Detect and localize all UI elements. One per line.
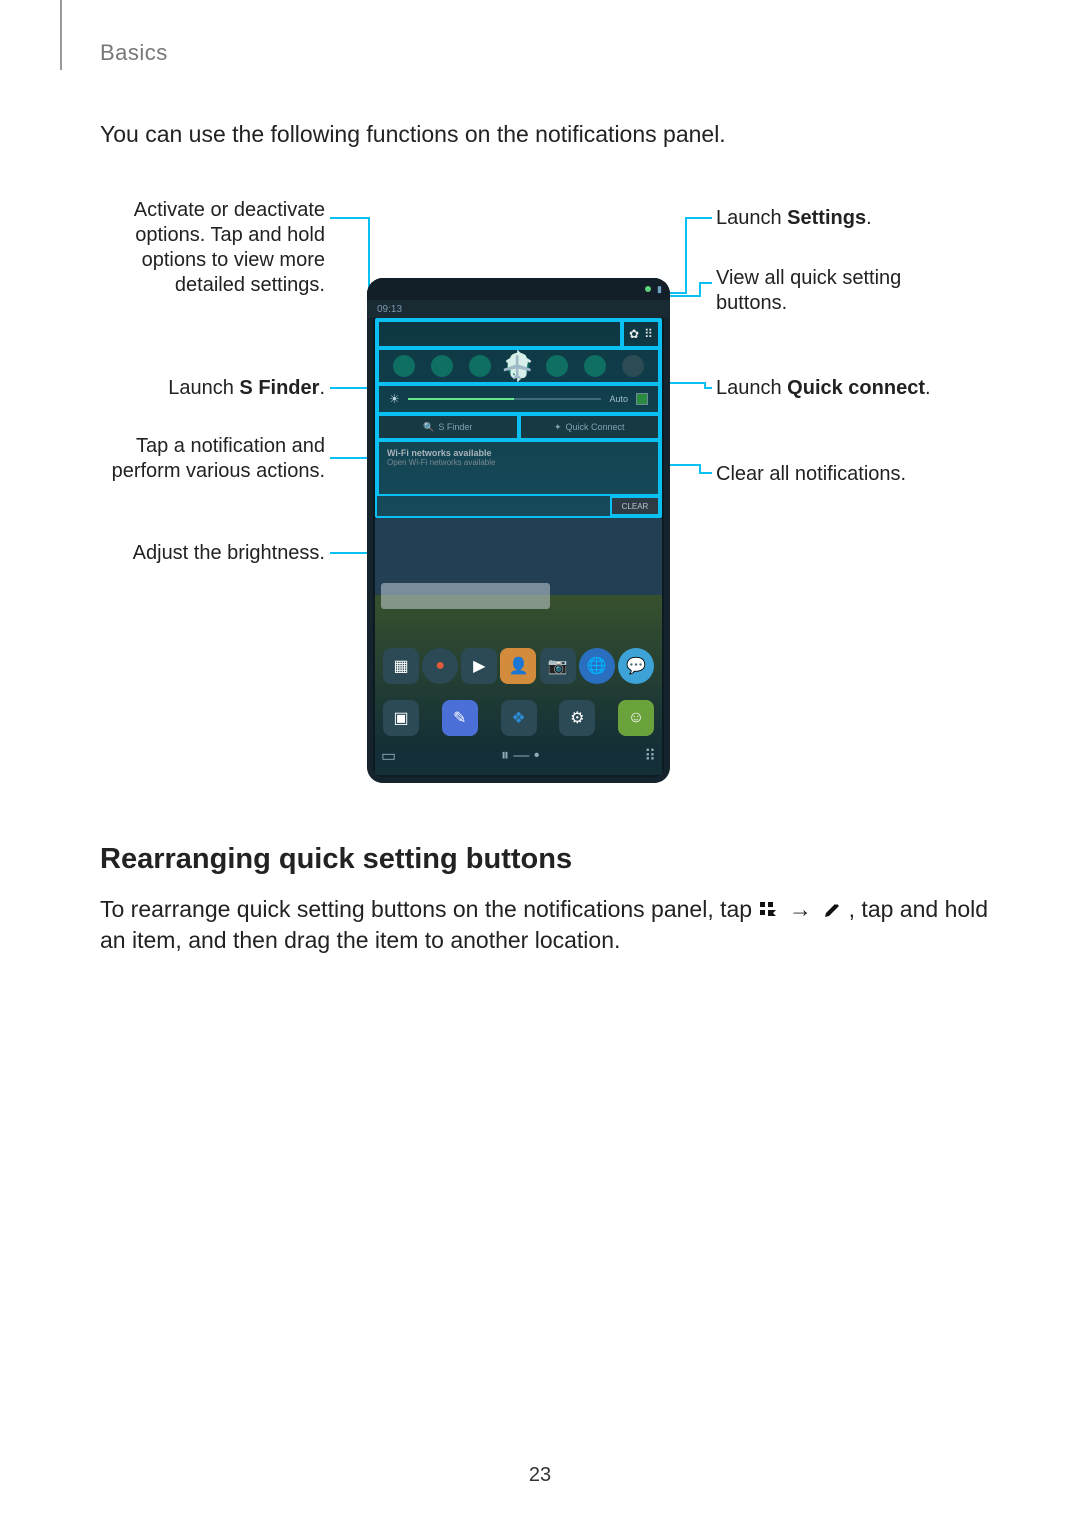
phone-status-bar: ▮ <box>367 278 670 300</box>
callout-quickconnect: Launch Quick connect. <box>716 376 976 401</box>
callout-clear-text: Clear all notifications. <box>716 463 906 485</box>
panel-header-wide <box>377 320 622 348</box>
settings-app-icon[interactable]: ⚙ <box>559 700 595 736</box>
notification-item[interactable]: Wi-Fi networks available Open Wi-Fi netw… <box>377 440 660 496</box>
callout-qc-pre: Launch <box>716 377 787 399</box>
google-search-bar[interactable] <box>381 583 550 609</box>
chat-app-icon[interactable]: 💬 <box>618 648 654 684</box>
callout-sfinder-post: . <box>319 377 325 399</box>
panel-clock-row: 09:13 <box>367 300 670 318</box>
sfinder-button[interactable]: 🔍 S Finder <box>377 414 519 440</box>
gear-icon[interactable]: ✿ <box>629 327 639 341</box>
sfinder-quickconnect-row: 🔍 S Finder ✦ Quick Connect <box>377 414 660 440</box>
star-icon: ✦ <box>554 422 562 433</box>
grid-icon[interactable]: ⠿ <box>644 327 653 341</box>
intro-text: You can use the following functions on t… <box>100 121 1000 148</box>
arrow-icon: → <box>785 896 816 922</box>
callout-settings-bold: Settings <box>787 207 866 229</box>
panel-clock: 09:13 <box>377 304 402 315</box>
apps-icon[interactable]: ⠿ <box>644 746 656 766</box>
callout-toggles-text: Activate or deactivate options. Tap and … <box>134 199 325 296</box>
app-grid: ▦ ● ▶ 👤 📷 🌐 💬 ▣ ✎ ❖ ⚙ ☺ <box>383 648 654 736</box>
diagram: ▮ 09:13 ✿ ⠿ <box>100 188 980 808</box>
status-dot-icon <box>645 286 651 292</box>
heading-rearranging: Rearranging quick setting buttons <box>100 843 1000 876</box>
callout-grid-text: View all quick setting buttons. <box>716 267 901 314</box>
airplane-icon[interactable] <box>622 355 644 377</box>
callout-bright: Adjust the brightness. <box>100 541 325 566</box>
rearranging-paragraph: To rearrange quick setting buttons on th… <box>100 894 1000 956</box>
contacts-app-icon[interactable]: 👤 <box>500 648 536 684</box>
status-signal-icon: ▮ <box>657 284 662 295</box>
callout-settings-pre: Launch <box>716 207 787 229</box>
callout-clear: Clear all notifications. <box>716 462 966 487</box>
callout-settings-post: . <box>866 207 872 229</box>
brightness-track[interactable] <box>408 398 602 400</box>
camera-app-icon[interactable]: 📷 <box>540 648 576 684</box>
callout-notif: Tap a notification and perform various a… <box>100 434 325 484</box>
section-breadcrumb: Basics <box>100 40 1000 66</box>
recent-icon[interactable]: ▭ <box>381 746 396 766</box>
page-number: 23 <box>0 1464 1080 1487</box>
para-a: To rearrange quick setting buttons on th… <box>100 896 758 922</box>
callout-sfinder-pre: Launch <box>168 377 239 399</box>
notif-subtitle: Open Wi-Fi networks available <box>387 458 650 467</box>
callout-qc-post: . <box>925 377 931 399</box>
callout-toggles: Activate or deactivate options. Tap and … <box>100 198 325 298</box>
callout-bright-text: Adjust the brightness. <box>133 542 325 564</box>
grid-inline-icon <box>758 897 778 917</box>
quickconnect-label: Quick Connect <box>566 422 625 432</box>
chrome-app-icon[interactable]: ● <box>422 648 458 684</box>
header-rule <box>60 0 63 70</box>
quickconnect-button[interactable]: ✦ Quick Connect <box>519 414 661 440</box>
pencil-inline-icon <box>822 897 842 917</box>
sun-icon: ☀ <box>389 392 400 406</box>
quick-toggle-row <box>377 348 660 384</box>
dock: ▭ ⏸ — • ⠿ <box>381 739 656 773</box>
callout-qc-bold: Quick connect <box>787 377 925 399</box>
brightness-row[interactable]: ☀ Auto <box>377 384 660 414</box>
gallery-app-icon[interactable]: ▦ <box>383 648 419 684</box>
clear-notifications-button[interactable]: CLEAR <box>610 496 660 516</box>
magnifier-icon: 🔍 <box>423 422 434 433</box>
callout-sfinder: Launch S Finder. <box>100 376 325 401</box>
remote-app-icon[interactable]: ▣ <box>383 700 419 736</box>
callout-settings: Launch Settings. <box>716 206 966 231</box>
notification-panel-box: ✿ ⠿ ☀ Auto <box>375 318 662 518</box>
home-wallpaper <box>375 518 662 775</box>
notes-app-icon[interactable]: ✎ <box>442 700 478 736</box>
brightness-auto: Auto <box>609 394 628 404</box>
brightness-checkbox[interactable] <box>636 393 648 405</box>
callout-grid: View all quick setting buttons. <box>716 266 966 316</box>
home-icon[interactable]: ⏸ — • <box>501 747 540 765</box>
panel-header-buttons: ✿ ⠿ <box>622 320 660 348</box>
playstore-app-icon[interactable]: ▶ <box>461 648 497 684</box>
dropbox-app-icon[interactable]: ❖ <box>501 700 537 736</box>
kids-app-icon[interactable]: ☺ <box>618 700 654 736</box>
callout-sfinder-bold: S Finder <box>239 377 319 399</box>
callout-notif-text: Tap a notification and perform various a… <box>112 435 325 482</box>
sfinder-label: S Finder <box>438 422 472 432</box>
internet-app-icon[interactable]: 🌐 <box>579 648 615 684</box>
notif-title: Wi-Fi networks available <box>387 448 650 458</box>
phone-screenshot: ▮ 09:13 ✿ ⠿ <box>367 278 670 783</box>
